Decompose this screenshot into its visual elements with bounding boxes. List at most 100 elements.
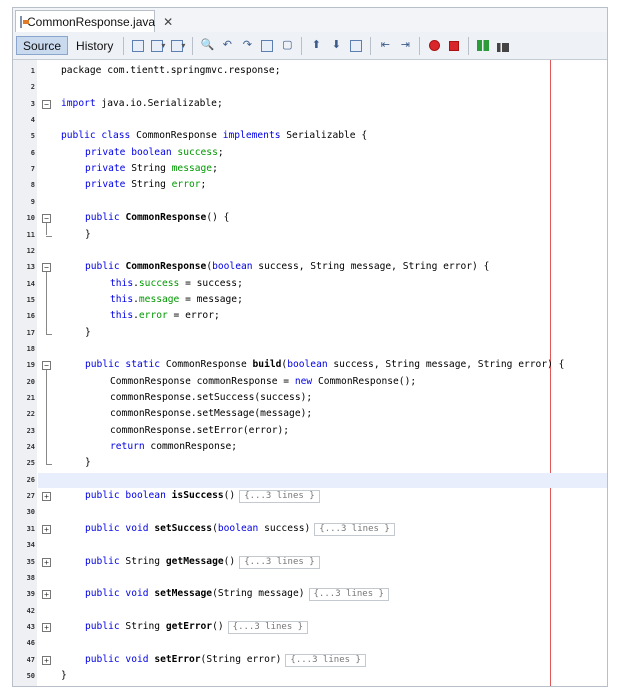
line-number: 23 (26, 426, 35, 435)
collapsed-code-fold[interactable]: {...3 lines } (314, 522, 395, 536)
expand-fold-icon[interactable]: + (42, 557, 51, 567)
collapsed-code-fold[interactable]: {...3 lines } (285, 653, 366, 667)
close-icon[interactable]: ✕ (163, 15, 173, 29)
code-line: this.success = success; (110, 278, 243, 289)
line-number: 31 (26, 524, 35, 533)
code-line: import java.io.Serializable; (61, 98, 223, 109)
code-token: Serializable { (280, 130, 368, 142)
code-token: boolean (217, 522, 259, 534)
expand-fold-icon[interactable]: + (42, 524, 51, 534)
code-token: boolean (212, 261, 253, 273)
code-token: String (125, 163, 172, 175)
code-token: = error; (167, 310, 220, 322)
code-line: public CommonResponse() { (85, 212, 229, 223)
history-button[interactable]: History (70, 36, 119, 55)
line-number: 47 (26, 655, 35, 664)
collapse-fold-icon[interactable]: − (42, 263, 51, 273)
collapsed-code-fold[interactable]: {...3 lines } (239, 490, 320, 504)
line-number: 50 (26, 671, 35, 680)
code-token: = message; (179, 293, 243, 305)
next-bookmark-icon[interactable]: ⬇ (328, 38, 344, 54)
find-icon[interactable]: 🔍 (199, 38, 215, 54)
editor-toolbar: Source History ▾ ▾ 🔍 ↶ ↷ ▢ ⬆ ⬇ ⇤ ⇥ (13, 32, 607, 60)
code-token: success, String message, String error) { (252, 261, 490, 273)
code-token: (String message) (212, 588, 305, 600)
expand-fold-icon[interactable]: + (42, 492, 51, 502)
code-token: public (85, 212, 120, 224)
toggle-bookmark-icon[interactable] (348, 38, 364, 54)
code-token: CommonResponse (160, 359, 253, 371)
code-token: () (223, 490, 236, 502)
code-token: } (85, 457, 91, 469)
code-token: public class (61, 130, 131, 142)
line-number: 13 (26, 263, 35, 272)
code-token: } (85, 228, 91, 240)
code-token: CommonResponse (125, 212, 207, 224)
source-button[interactable]: Source (16, 36, 69, 55)
fold-guide-line (46, 223, 47, 236)
line-number: 2 (30, 83, 35, 92)
line-number: 22 (26, 410, 35, 419)
code-token: message (138, 293, 180, 305)
code-line: public CommonResponse(boolean success, S… (85, 261, 489, 272)
stop-macro-icon[interactable] (446, 38, 462, 54)
code-editor[interactable]: 1 package com.tientt.springmvc.response; 2… (13, 60, 607, 686)
code-token: String (119, 555, 166, 567)
line-number: 30 (26, 508, 35, 517)
code-token: success, String message, String error) { (327, 359, 565, 371)
code-token: isSuccess (171, 490, 224, 502)
code-token: } (61, 669, 67, 681)
code-token: java.io.Serializable; (95, 97, 223, 109)
code-token: commonResponse; (144, 441, 238, 453)
line-number: 12 (26, 246, 35, 255)
collapse-fold-icon[interactable]: − (42, 361, 51, 371)
expand-fold-icon[interactable]: + (42, 590, 51, 600)
last-edit-icon[interactable] (130, 38, 146, 54)
toolbar-separator (370, 36, 372, 55)
code-token: import (61, 97, 96, 109)
editor-window: CommonResponse.java ✕ Source History ▾ ▾… (12, 7, 608, 687)
tab-commonresponse-java[interactable]: CommonResponse.java ✕ (15, 10, 173, 32)
toggle-rect-select-icon[interactable]: ▢ (279, 38, 295, 54)
toggle-highlight-icon[interactable] (259, 38, 275, 54)
forward-icon[interactable]: ▾ (170, 38, 186, 54)
line-number: 39 (26, 590, 35, 599)
back-icon[interactable]: ▾ (150, 38, 166, 54)
prev-bookmark-icon[interactable]: ⬆ (308, 38, 324, 54)
collapsed-code-fold[interactable]: {...3 lines } (308, 588, 389, 602)
uncomment-icon[interactable] (495, 38, 511, 54)
java-file-icon (20, 15, 29, 28)
collapsed-code-fold[interactable]: {...3 lines } (227, 620, 309, 634)
find-prev-icon[interactable]: ↶ (219, 38, 235, 54)
code-token: private (85, 163, 126, 175)
code-token: CommonResponse commonResponse = (110, 375, 295, 387)
toolbar-separator (468, 36, 470, 55)
shift-right-icon[interactable]: ⇥ (397, 38, 413, 54)
code-token: public void (85, 653, 149, 665)
code-line: public void setMessage(String message) {.… (85, 588, 389, 602)
collapse-fold-icon[interactable]: − (42, 214, 51, 224)
code-line: this.message = message; (110, 294, 243, 305)
expand-fold-icon[interactable]: + (42, 655, 51, 665)
code-token: public void (85, 522, 149, 534)
code-line: public boolean isSuccess() {...3 lines } (85, 490, 320, 504)
find-next-icon[interactable]: ↷ (239, 38, 255, 54)
collapsed-code-fold[interactable]: {...3 lines } (239, 555, 320, 569)
collapse-fold-icon[interactable]: − (42, 99, 51, 109)
line-number: 16 (26, 312, 35, 321)
code-token: setMessage (154, 588, 213, 600)
comment-icon[interactable] (475, 38, 491, 54)
code-token: this (110, 277, 134, 289)
expand-fold-icon[interactable]: + (42, 622, 51, 632)
line-number: 34 (26, 541, 35, 550)
code-token: private boolean (85, 146, 172, 158)
code-token: commonResponse.setError(error); (110, 424, 290, 436)
line-number: 43 (26, 622, 35, 631)
code-line: public String getError() {...3 lines } (85, 620, 309, 634)
line-number: 25 (26, 459, 35, 468)
code-token: ; (200, 179, 207, 191)
code-line: public void setSuccess(boolean success){… (85, 522, 395, 536)
start-macro-icon[interactable] (426, 38, 442, 54)
shift-left-icon[interactable]: ⇤ (377, 38, 393, 54)
line-number: 7 (30, 165, 35, 174)
